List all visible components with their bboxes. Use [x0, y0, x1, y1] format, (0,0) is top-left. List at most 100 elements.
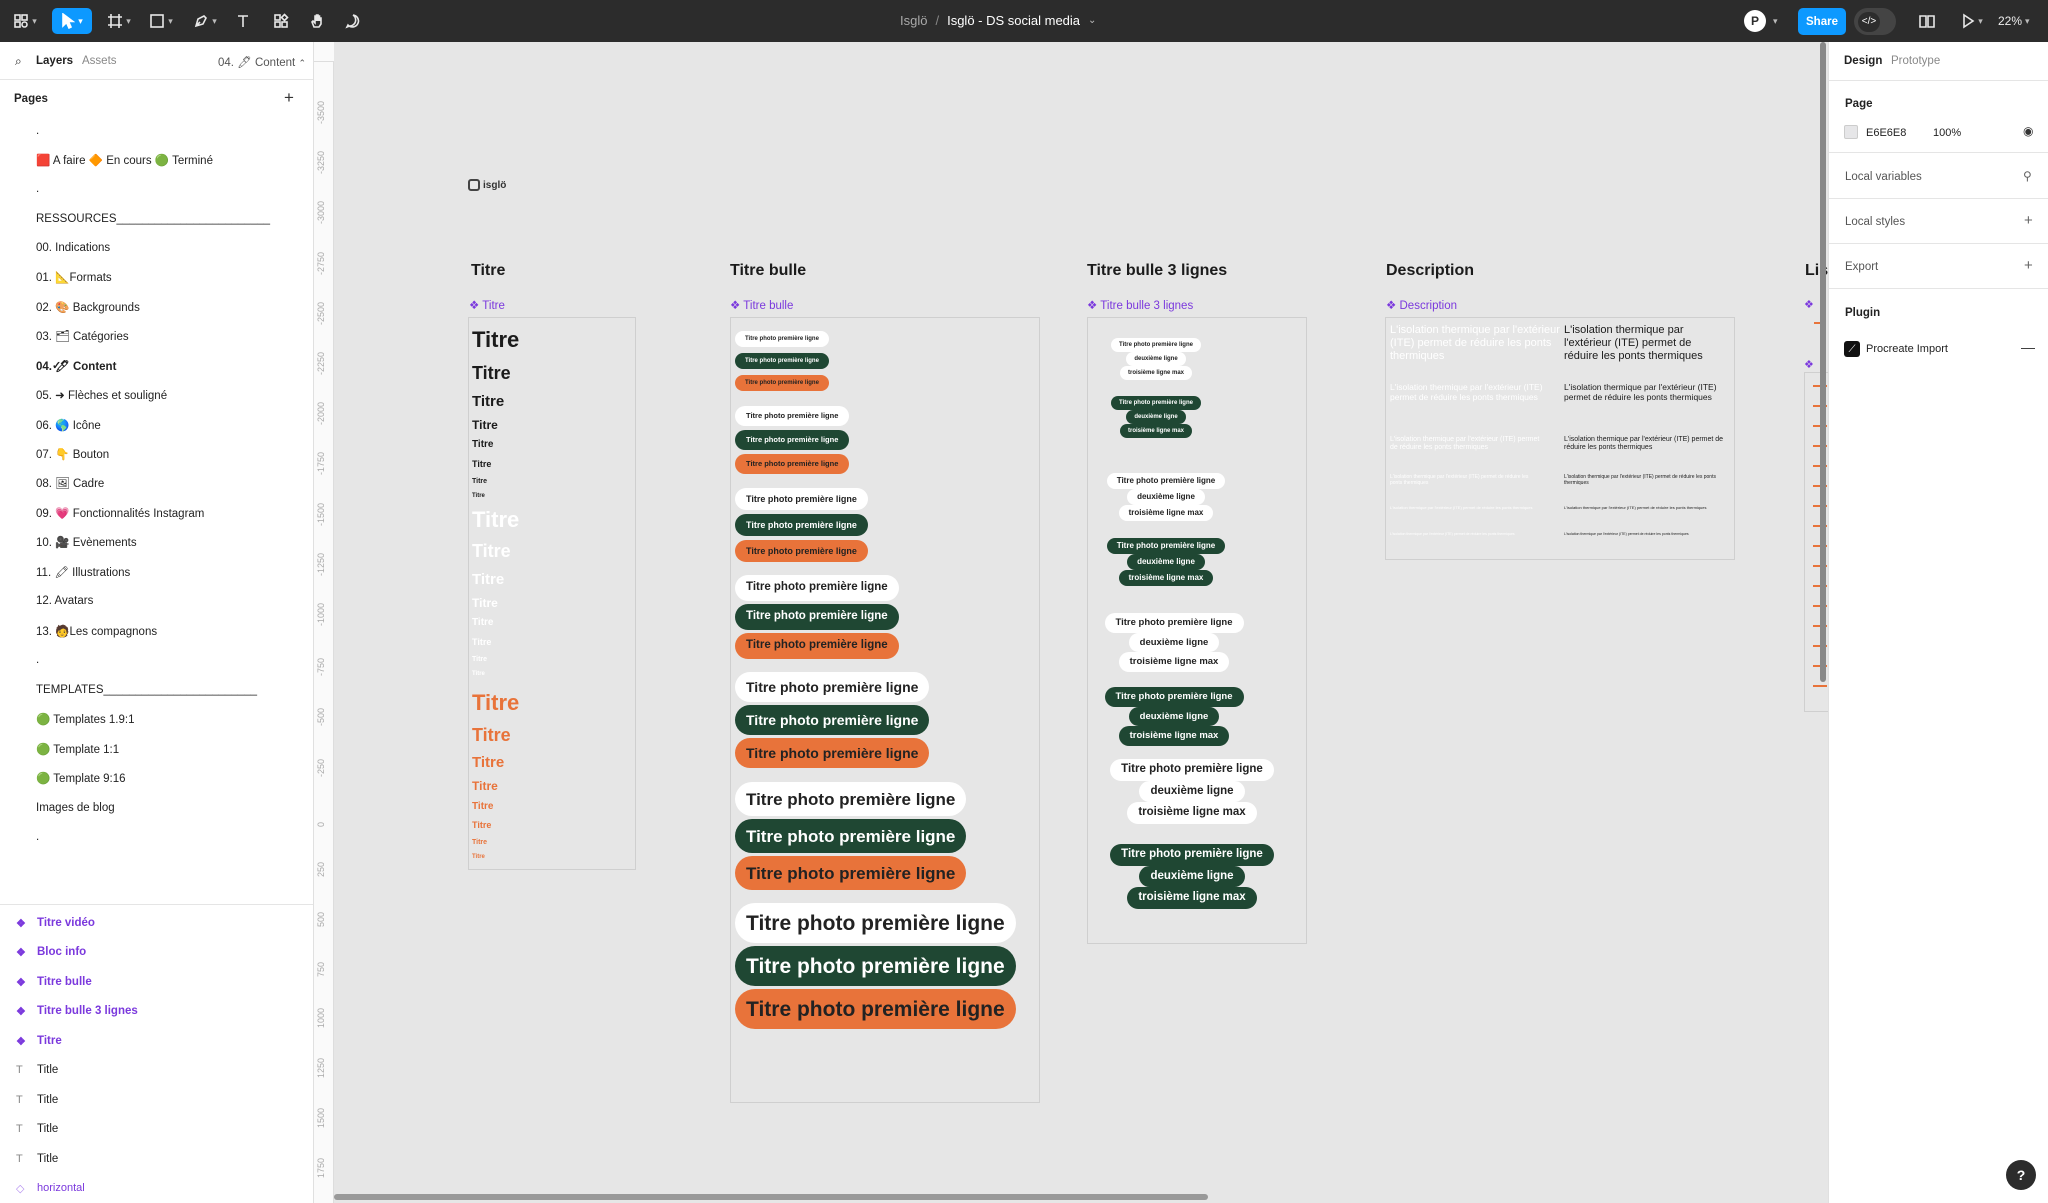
description-component-set[interactable]: L'isolation thermique par l'extérieur (I… — [1385, 317, 1735, 560]
page-item-template-1-1[interactable]: 🟢 Template 1:1 — [0, 736, 313, 762]
titre-variant-orange: Titre — [472, 779, 498, 793]
current-page-selector[interactable]: 04. 🖊 Content ⌃ — [218, 55, 306, 69]
titre-component-set[interactable]: Titre Titre Titre Titre Titre Titre Titr… — [468, 317, 636, 870]
comment-tool-button[interactable] — [340, 8, 366, 34]
page-item[interactable]: . — [0, 647, 313, 673]
canvas[interactable]: isglö Titre Titre bulle Titre bulle 3 li… — [334, 42, 1828, 1203]
page-item-fleches[interactable]: 05. ➜ Flèches et souligné — [0, 382, 313, 408]
avatar: P — [1744, 10, 1766, 32]
layer-row-title[interactable]: T Title — [0, 1056, 313, 1084]
page-item-templates[interactable]: TEMPLATES________________________ — [0, 677, 313, 703]
pen-tool-button[interactable]: ▾ — [188, 8, 222, 34]
page-item[interactable]: . — [0, 176, 313, 202]
variables-icon[interactable]: ⚲ — [2023, 169, 2032, 183]
titre-variant-orange: Titre — [472, 820, 492, 830]
tab-prototype[interactable]: Prototype — [1891, 55, 1940, 67]
resources-button[interactable] — [268, 8, 294, 34]
ruler-tick: -750 — [316, 658, 326, 677]
page-color-swatch[interactable] — [1844, 125, 1858, 139]
layer-row-titre-bulle-3-lignes[interactable]: ❖ Titre bulle 3 lignes — [0, 997, 313, 1025]
page-item-illustrations[interactable]: 11. 🖍 Illustrations — [0, 559, 313, 585]
shape-tool-button[interactable]: ▾ — [144, 8, 178, 34]
layer-row-titre-video[interactable]: ❖ Titre vidéo — [0, 909, 313, 937]
multiplayer-avatar[interactable]: P ▾ — [1744, 9, 1782, 33]
present-button[interactable]: ▾ — [1954, 8, 1990, 34]
page-item-instagram[interactable]: 09. 💗 Fonctionnalités Instagram — [0, 500, 313, 526]
page-item-template-1-9[interactable]: 🟢 Templates 1.9:1 — [0, 706, 313, 732]
page-item-categories[interactable]: 03. 🗂 Catégories — [0, 323, 313, 349]
ruler-left: -3500 -3250 -3000 -2750 -2500 -2250 -2000 -1750… — [314, 62, 334, 1203]
layer-row-bloc-info[interactable]: ❖ Bloc info — [0, 938, 313, 966]
titre-variant-white: Titre — [472, 571, 505, 588]
add-style-icon[interactable]: + — [2024, 212, 2033, 229]
dev-mode-toggle[interactable]: </> — [1854, 8, 1896, 35]
frame-tool-button[interactable]: ▾ — [102, 8, 136, 34]
bulle3-green-s: Titre photo première ligne deuxième lign… — [1106, 396, 1206, 438]
page-item-indications[interactable]: 00. Indications — [0, 235, 313, 261]
description-dark-xs: L'isolation thermique par l'extérieur (I… — [1564, 505, 1707, 510]
layer-row-title[interactable]: T Title — [0, 1145, 313, 1173]
page-item-images-blog[interactable]: Images de blog — [0, 795, 313, 821]
bulle-orange-l: Titre photo première ligne — [735, 633, 899, 659]
tab-layers[interactable]: Layers — [36, 55, 73, 67]
local-styles-label: Local styles — [1845, 216, 1906, 228]
comment-icon — [345, 14, 360, 29]
ruler-tick: -1750 — [316, 452, 326, 476]
add-page-icon[interactable]: + — [284, 88, 294, 108]
layer-row-title[interactable]: T Title — [0, 1086, 313, 1114]
page-item-backgrounds[interactable]: 02. 🎨 Backgrounds — [0, 294, 313, 320]
page-item-legend[interactable]: 🟥 A faire 🔶 En cours 🟢 Terminé — [0, 147, 313, 173]
layer-row-titre[interactable]: ❖ Titre — [0, 1027, 313, 1055]
eye-icon[interactable]: ◉ — [2023, 124, 2033, 138]
search-icon[interactable]: ⌕ — [15, 54, 22, 69]
page-item[interactable]: . — [0, 824, 313, 850]
page-item[interactable]: . — [0, 118, 313, 144]
bulle-green-xxl: Titre photo première ligne — [735, 819, 967, 853]
help-button[interactable]: ? — [2006, 1160, 2036, 1190]
page-item-ressources[interactable]: RESSOURCES________________________ — [0, 206, 313, 232]
zoom-dropdown[interactable]: 22% ▾ — [1998, 14, 2030, 28]
text-layer-icon: T — [16, 1064, 23, 1076]
file-name[interactable]: Isglö - DS social media — [947, 13, 1080, 28]
tab-assets[interactable]: Assets — [82, 55, 117, 67]
component-label-titre-bulle[interactable]: ❖ Titre bulle — [730, 298, 793, 312]
remove-plugin-icon[interactable]: — — [2021, 339, 2035, 355]
share-button[interactable]: Share — [1798, 8, 1846, 35]
page-color-hex[interactable]: E6E6E8 — [1866, 127, 1906, 139]
page-item-avatars[interactable]: 12. Avatars — [0, 588, 313, 614]
plugin-name[interactable]: Procreate Import — [1866, 343, 1948, 355]
main-menu-button[interactable]: ▾ — [8, 8, 42, 34]
text-tool-button[interactable] — [230, 8, 256, 34]
page-item-bouton[interactable]: 07. 👇 Bouton — [0, 441, 313, 467]
page-item-compagnons[interactable]: 13. 🧑Les compagnons — [0, 618, 313, 644]
move-tool-button[interactable]: ▾ — [52, 8, 92, 34]
hand-icon — [311, 14, 322, 28]
bulle-orange-xxxl: Titre photo première ligne — [735, 989, 1016, 1029]
vertical-scrollbar[interactable] — [1820, 42, 1826, 682]
page-item-icone[interactable]: 06. 🌎 Icône — [0, 412, 313, 438]
titre-variant: Titre — [472, 439, 494, 450]
layer-row-titre-bulle[interactable]: ❖ Titre bulle — [0, 968, 313, 996]
component-label-titre[interactable]: ❖ Titre — [469, 298, 505, 312]
ruler-tick: -3000 — [316, 201, 326, 225]
page-item-content[interactable]: ✓ 04. 🖊 Content — [0, 353, 313, 379]
page-opacity[interactable]: 100% — [1933, 127, 1961, 139]
page-item-template-9-16[interactable]: 🟢 Template 9:16 — [0, 765, 313, 791]
titre-bulle-component-set[interactable]: Titre photo première ligne Titre photo p… — [730, 317, 1040, 1103]
layer-row-horizontal[interactable]: ◇ horizontal — [0, 1174, 313, 1202]
chevron-down-icon[interactable]: ⌄ — [1088, 15, 1096, 26]
component-label-description[interactable]: ❖ Description — [1386, 298, 1457, 312]
layer-row-title[interactable]: T Title — [0, 1115, 313, 1143]
page-item-cadre[interactable]: 08. 🖼 Cadre — [0, 470, 313, 496]
tab-design[interactable]: Design — [1844, 55, 1882, 67]
titre-bulle-3-lignes-component-set[interactable]: Titre photo première ligne deuxième lign… — [1087, 317, 1307, 944]
hand-tool-button[interactable] — [304, 8, 330, 34]
library-button[interactable] — [1912, 8, 1942, 34]
page-item-formats[interactable]: 01. 📐Formats — [0, 264, 313, 290]
add-export-icon[interactable]: + — [2024, 257, 2033, 274]
horizontal-scrollbar[interactable] — [334, 1194, 1208, 1200]
component-label-titre-bulle-3[interactable]: ❖ Titre bulle 3 lignes — [1087, 298, 1193, 312]
page-item-evenements[interactable]: 10. 🎥 Evènements — [0, 529, 313, 555]
bulle-green-xs: Titre photo première ligne — [735, 353, 829, 369]
project-name[interactable]: Isglö — [900, 13, 927, 28]
